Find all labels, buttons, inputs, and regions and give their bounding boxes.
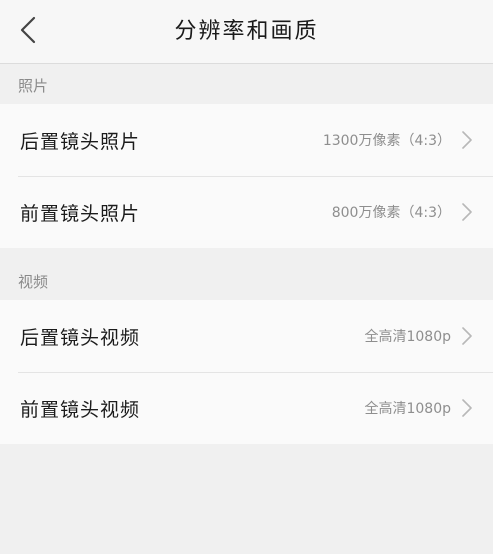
section-header-video: 视频 [0, 260, 493, 300]
row-label: 前置镜头照片 [20, 202, 141, 225]
chevron-right-icon [461, 326, 473, 346]
chevron-left-icon [20, 16, 36, 48]
row-value: 800万像素（4:3） [331, 205, 451, 221]
row-value: 全高清1080p [364, 329, 451, 345]
top-bar: 分辨率和画质 [0, 0, 493, 64]
front-camera-photo-row[interactable]: 前置镜头照片 800万像素（4:3） [0, 176, 493, 248]
video-settings-group: 后置镜头视频 全高清1080p 前置镜头视频 全高清1080p [0, 300, 493, 444]
front-camera-video-row[interactable]: 前置镜头视频 全高清1080p [0, 372, 493, 444]
rear-camera-video-row[interactable]: 后置镜头视频 全高清1080p [0, 300, 493, 372]
resolution-settings-screen: 分辨率和画质 照片 后置镜头照片 1300万像素（4:3） 前置镜头照片 800… [0, 0, 493, 554]
row-label: 后置镜头照片 [20, 130, 141, 153]
rear-camera-photo-row[interactable]: 后置镜头照片 1300万像素（4:3） [0, 104, 493, 176]
photo-settings-group: 后置镜头照片 1300万像素（4:3） 前置镜头照片 800万像素（4:3） [0, 104, 493, 248]
row-value: 1300万像素（4:3） [322, 133, 451, 149]
chevron-right-icon [461, 202, 473, 222]
row-label: 后置镜头视频 [20, 326, 141, 349]
page-title: 分辨率和画质 [174, 19, 319, 44]
section-header-photo: 照片 [0, 64, 493, 104]
row-value: 全高清1080p [364, 401, 451, 417]
row-label: 前置镜头视频 [20, 398, 141, 421]
back-button[interactable] [10, 12, 46, 52]
chevron-right-icon [461, 130, 473, 150]
chevron-right-icon [461, 398, 473, 418]
